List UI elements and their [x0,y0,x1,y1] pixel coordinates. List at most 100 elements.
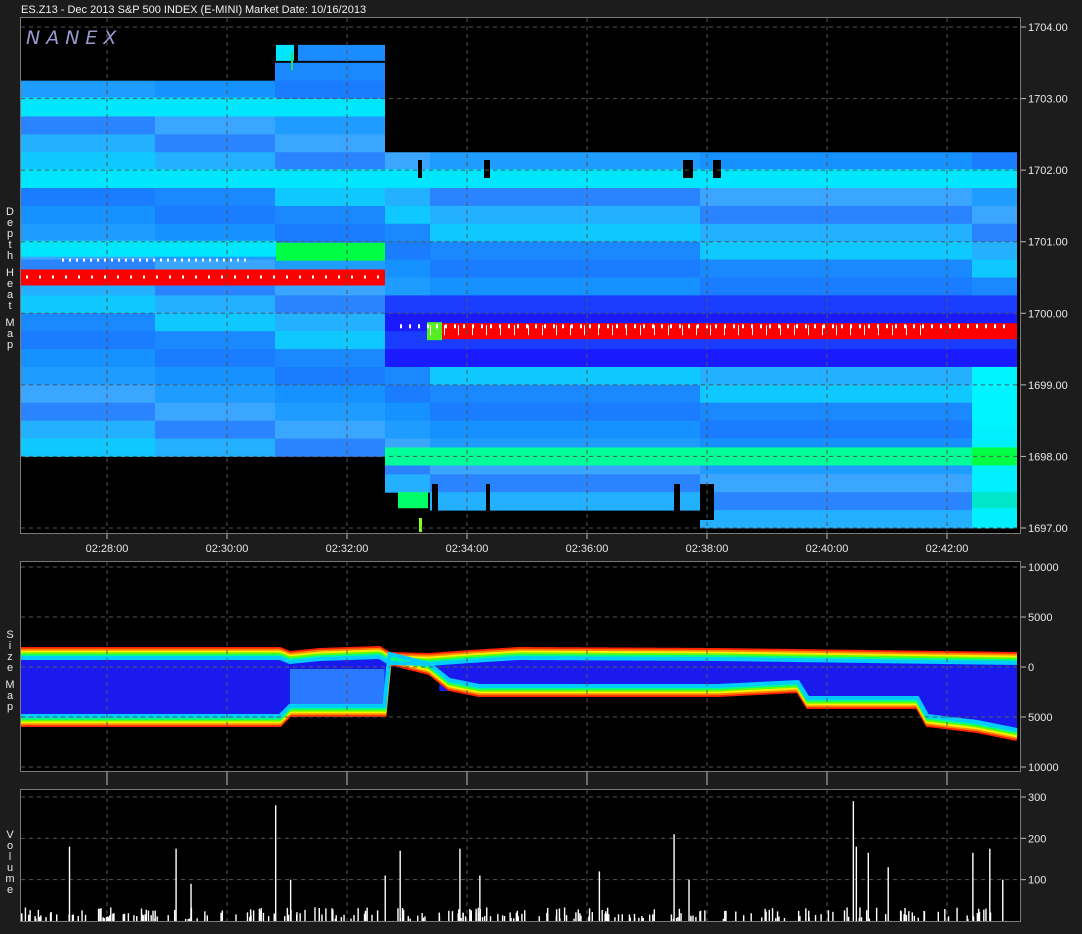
volume-bar [407,916,409,921]
volume-bar [140,908,143,921]
volume-bar [563,907,566,921]
volume-bar [1002,879,1004,921]
volume-bar [366,907,368,921]
volume-bar [142,915,144,921]
volume-bar [722,918,725,921]
volume-bar [827,910,830,921]
volume-bar [855,846,858,921]
volume-bar [190,883,192,921]
volume-bar [475,912,477,921]
volume-bar [489,916,492,921]
volume-bar [464,916,467,921]
volume-bar [417,915,419,921]
volume-bar [68,846,71,921]
volume-bar [267,916,270,921]
volume-bar [820,914,822,921]
volume-bar [325,908,327,921]
volume-bar [699,910,702,921]
volume-bar [673,834,675,921]
volume-bar [133,915,135,921]
volume-bar [858,917,861,921]
volume-bar [422,917,425,921]
volume-bar [913,915,916,921]
volume-bar [724,910,726,921]
volume-bar [29,910,31,921]
volume-bar [340,917,343,921]
volume-bar [45,917,47,921]
volume-bar [905,914,908,921]
volume-bar [409,918,411,921]
volume-bar [123,913,126,921]
volume-bar [783,917,786,921]
volume-bar [477,918,480,921]
volume-bar [847,916,850,921]
volume-bar [350,918,352,921]
volume-bar [977,908,980,921]
volume-bar [575,912,577,921]
volume-bar [258,908,261,921]
volume-bar [384,875,386,921]
volume-bar [260,910,262,921]
volume-bar [546,908,549,921]
volume-bar [761,917,763,921]
volume-bar [107,917,110,921]
volume-bar [601,910,603,921]
volume-bar [156,916,158,921]
volume-bar [497,914,499,921]
volume-bar [353,915,355,921]
volume-bar [167,915,169,921]
volume-bar [735,911,737,921]
volume-bar [923,910,925,921]
volume-bar [944,908,946,921]
volume-bar [343,914,345,921]
volume-bar [695,916,697,921]
volume-bar [814,914,817,921]
volume-bar [262,912,265,921]
volume-bar [56,914,58,921]
volume-bar [299,913,301,921]
volume-bar [947,916,950,921]
volume-bar [678,908,681,921]
volume-bar [648,914,651,921]
volume-bar [97,908,100,921]
volume-bar [750,913,752,921]
volume-bar [451,911,454,921]
volume-bar [580,915,582,921]
volume-bar [289,879,292,921]
volume-bar [175,848,177,921]
volume-bar [573,918,575,921]
volume-bar [127,913,130,921]
volume-bar [764,908,766,921]
volume-bar [989,848,991,921]
volume-bar [24,907,27,921]
volume-bar [591,912,593,921]
volume-bar [617,914,620,921]
volume-bar [145,909,148,921]
volume-bar [71,914,74,921]
volume-bar [503,916,506,921]
volume-bar [274,805,277,921]
volume-bar [515,912,518,921]
volume-bar [555,915,558,921]
volume-bar [983,909,985,921]
volume-bar [510,917,512,921]
volume-bar [675,918,678,921]
volume-bar [917,917,920,921]
volume-bar [287,914,290,921]
volume-bar [832,911,834,921]
volume-bar [27,914,30,921]
volume-bar [976,912,979,921]
volume-bar [335,915,337,921]
volume-bar [633,913,636,921]
volume-bar [481,917,484,921]
volume-chart: 300 200 100 [21,790,1046,921]
volume-bar [469,908,471,921]
volume-bar [304,909,306,921]
volume-bar [318,907,320,921]
volume-bar [606,907,609,921]
volume-bar [967,918,969,921]
chart-window: ES.Z13 - Dec 2013 S&P 500 INDEX (E-MINI)… [0,0,1082,934]
volume-bar [629,917,631,921]
volume-bar [321,914,323,921]
volume-bar [799,915,801,921]
